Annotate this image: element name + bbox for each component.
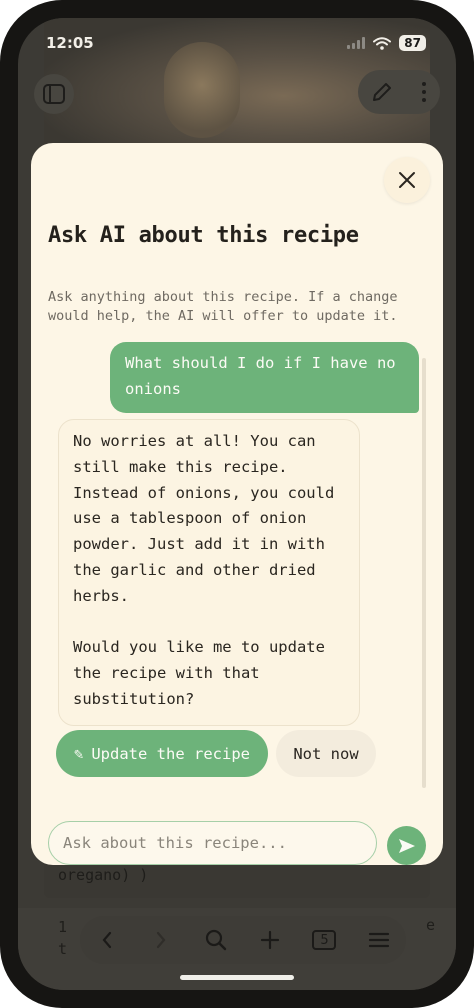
menu-icon [368, 932, 389, 948]
send-icon [398, 838, 415, 853]
menu-button[interactable] [364, 925, 394, 955]
tab-count: 5 [320, 932, 329, 948]
sheet-subtitle: Ask anything about this recipe. If a cha… [48, 289, 398, 324]
top-actions [358, 70, 440, 114]
search-icon [205, 929, 227, 951]
new-tab-button[interactable] [255, 925, 285, 955]
step-fragment-2: t [58, 940, 68, 958]
ask-input[interactable] [48, 821, 377, 865]
dish-image [164, 42, 240, 138]
scrollbar[interactable] [422, 358, 426, 788]
more-icon[interactable] [422, 82, 426, 102]
update-recipe-label: Update the recipe [91, 744, 250, 763]
close-icon [399, 172, 415, 188]
phone-frame: 12:05 87 oregano) ) 1 t e 5 Ask AI about… [0, 0, 474, 1008]
ingredient-text: oregano) ) [58, 866, 149, 884]
chevron-right-icon [157, 931, 166, 949]
tabs-button[interactable]: 5 [309, 925, 339, 955]
pencil-icon: ✎ [74, 744, 84, 763]
battery-indicator: 87 [399, 35, 426, 51]
wifi-icon [373, 36, 392, 50]
tab-count-icon: 5 [312, 930, 337, 950]
sidebar-icon [43, 84, 65, 104]
user-message: What should I do if I have no onions [110, 342, 419, 413]
step-text: 1 t [58, 916, 67, 960]
home-indicator [180, 975, 294, 980]
close-button[interactable] [384, 157, 430, 203]
assistant-message: No worries at all! You can still make th… [58, 419, 360, 726]
step-fragment-end: e [426, 916, 436, 934]
back-button[interactable] [92, 925, 122, 955]
status-time: 12:05 [46, 34, 94, 52]
plus-icon [261, 930, 280, 950]
signal-icon [347, 37, 366, 49]
search-button[interactable] [201, 925, 231, 955]
sheet-title: Ask AI about this recipe [48, 223, 359, 248]
screen: 12:05 87 oregano) ) 1 t e 5 Ask AI about… [18, 18, 456, 990]
sidebar-toggle-button[interactable] [34, 74, 74, 114]
not-now-button[interactable]: Not now [276, 730, 376, 777]
chevron-left-icon [102, 931, 112, 949]
update-recipe-button[interactable]: ✎ Update the recipe [56, 730, 268, 777]
status-icons: 87 [347, 35, 426, 51]
send-button[interactable] [387, 826, 426, 865]
step-fragment-1: 1 [58, 918, 68, 936]
ask-ai-sheet: Ask AI about this recipe Ask anything ab… [31, 143, 443, 865]
pencil-icon[interactable] [370, 80, 394, 104]
forward-button[interactable] [146, 925, 176, 955]
bottom-toolbar: 5 [80, 916, 406, 964]
